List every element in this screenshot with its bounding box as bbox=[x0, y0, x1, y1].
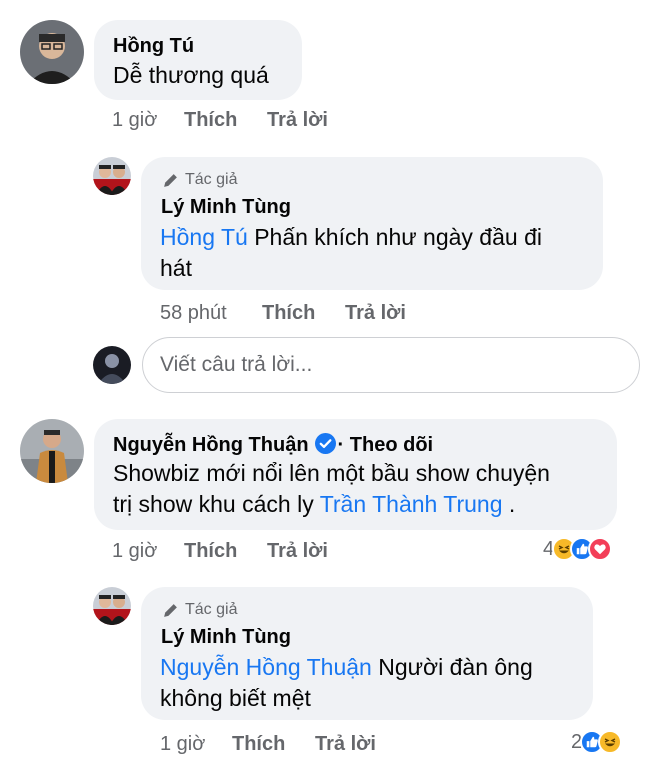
like-button[interactable]: Thích bbox=[184, 540, 237, 563]
author-tag-label: Tác giả bbox=[185, 601, 238, 618]
current-user-avatar[interactable] bbox=[93, 346, 131, 384]
separator-dot: · bbox=[337, 434, 345, 456]
avatar-ly-minh-tung[interactable] bbox=[93, 587, 131, 625]
pencil-icon bbox=[164, 603, 177, 617]
comment-text: Hồng Tú Phấn khích như ngày đầu đi hát bbox=[160, 222, 542, 284]
comment-text: Showbiz mới nổi lên một bầu show chuyện … bbox=[113, 458, 550, 520]
mention-link[interactable]: Trần Thành Trung bbox=[320, 491, 503, 517]
avatar-hong-tu[interactable] bbox=[20, 20, 84, 84]
reaction-summary[interactable]: 4 bbox=[543, 537, 613, 561]
author-tag: Tác giả bbox=[162, 601, 237, 619]
mention-link[interactable]: Hồng Tú bbox=[160, 224, 248, 250]
like-button[interactable]: Thích bbox=[262, 302, 315, 325]
comment-time[interactable]: 1 giờ bbox=[112, 540, 157, 563]
love-icon bbox=[588, 537, 613, 561]
comment-text-line: hát bbox=[160, 255, 192, 281]
author-tag-label: Tác giả bbox=[185, 171, 238, 188]
comment-author[interactable]: Nguyễn Hồng Thuận bbox=[113, 434, 309, 456]
reply-button[interactable]: Trả lời bbox=[267, 109, 328, 132]
comment-text-line: trị show khu cách ly bbox=[113, 491, 314, 517]
haha-icon bbox=[598, 730, 623, 754]
comment-author[interactable]: Lý Minh Tùng bbox=[161, 196, 291, 219]
comment-author[interactable]: Hồng Tú bbox=[113, 35, 194, 58]
comment-author[interactable]: Lý Minh Tùng bbox=[161, 626, 291, 649]
follow-button[interactable]: Theo dõi bbox=[350, 434, 433, 456]
comment-text: Nguyễn Hồng Thuận Người đàn ông không bi… bbox=[160, 652, 533, 714]
reply-button[interactable]: Trả lời bbox=[267, 540, 328, 563]
comment-text-end: . bbox=[508, 491, 516, 517]
like-button[interactable]: Thích bbox=[232, 733, 285, 756]
like-button[interactable]: Thích bbox=[184, 109, 237, 132]
pencil-icon bbox=[164, 173, 177, 187]
comment-text: Dễ thương quá bbox=[113, 62, 269, 88]
comment-time[interactable]: 1 giờ bbox=[112, 109, 157, 132]
reaction-summary[interactable]: 2 bbox=[571, 730, 623, 754]
comment-text-line: Showbiz mới nổi lên một bầu show chuyện bbox=[113, 460, 550, 486]
reply-input[interactable]: Viết câu trả lời... bbox=[142, 337, 640, 393]
comment-text-line: Người đàn ông bbox=[378, 654, 533, 680]
avatar-ly-minh-tung[interactable] bbox=[93, 157, 131, 195]
avatar-nguyen-hong-thuan[interactable] bbox=[20, 419, 84, 483]
mention-link[interactable]: Nguyễn Hồng Thuận bbox=[160, 654, 372, 680]
author-tag: Tác giả bbox=[162, 171, 237, 189]
comment-author-row: Nguyễn Hồng Thuận · Theo dõi bbox=[113, 433, 433, 457]
reply-button[interactable]: Trả lời bbox=[315, 733, 376, 756]
comment-time[interactable]: 1 giờ bbox=[160, 733, 205, 756]
verified-badge-icon bbox=[314, 433, 336, 454]
comment-text-line: Phấn khích như ngày đầu đi bbox=[254, 224, 542, 250]
reply-button[interactable]: Trả lời bbox=[345, 302, 406, 325]
comment-time[interactable]: 58 phút bbox=[160, 302, 227, 325]
comment-text-line: không biết mệt bbox=[160, 685, 311, 711]
